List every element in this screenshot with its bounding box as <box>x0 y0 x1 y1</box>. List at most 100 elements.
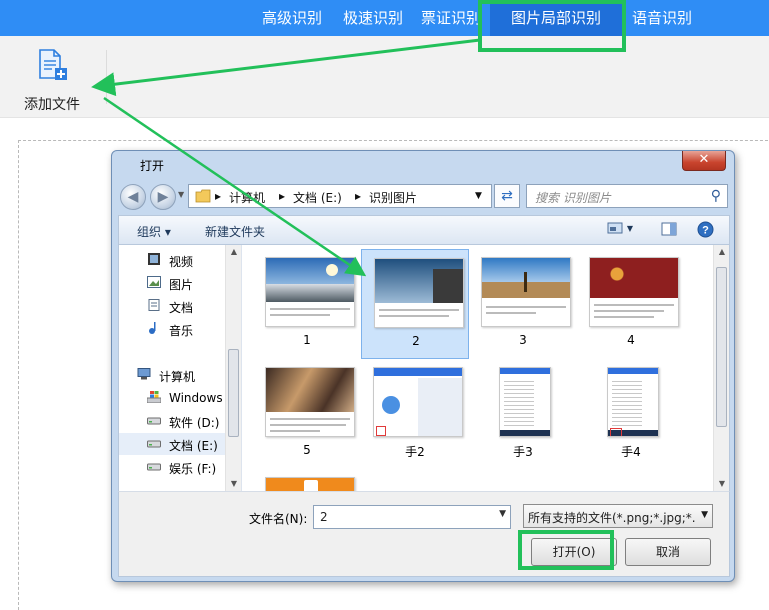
music-icon <box>149 322 156 334</box>
file-item-4[interactable]: 4 <box>577 249 685 359</box>
file-name: 4 <box>627 333 635 347</box>
file-thumbnail <box>373 367 463 437</box>
scroll-up-icon[interactable]: ▲ <box>226 245 242 259</box>
address-dropdown-icon[interactable]: ▼ <box>475 191 482 201</box>
file-item-hand4[interactable]: 手4 <box>577 359 685 469</box>
add-file-icon <box>39 49 67 80</box>
nav-scroll-thumb[interactable] <box>228 349 239 437</box>
nav-scrollbar[interactable]: ▲ ▼ <box>225 245 241 491</box>
file-thumbnail <box>374 258 464 328</box>
view-icon <box>607 222 623 234</box>
file-name: 手4 <box>621 445 641 459</box>
preview-pane-button[interactable] <box>661 222 677 239</box>
file-item-5[interactable]: 5 <box>253 359 361 469</box>
tab-advanced-recognition[interactable]: 高级识别 <box>250 0 334 36</box>
file-name: 2 <box>412 334 420 348</box>
search-input[interactable]: 搜索 识别图片 ⚲ <box>526 184 728 208</box>
history-dropdown-icon[interactable]: ▼ <box>178 190 184 199</box>
tab-fast-recognition[interactable]: 极速识别 <box>334 0 412 36</box>
nav-item-label: 视频 <box>169 255 194 269</box>
back-button[interactable]: ◀ <box>120 184 146 210</box>
file-name: 3 <box>519 333 527 347</box>
file-thumbnail <box>265 367 355 437</box>
file-thumbnail <box>481 257 571 327</box>
new-folder-button[interactable]: 新建文件夹 <box>205 223 265 240</box>
chevron-right-icon[interactable]: ▸ <box>215 189 221 203</box>
cancel-button[interactable]: 取消 <box>625 538 711 566</box>
organize-button[interactable]: 组织 ▾ <box>137 223 171 240</box>
file-item-1[interactable]: 1 <box>253 249 361 359</box>
filename-input[interactable]: 2 ▼ <box>313 505 511 529</box>
file-grid: 1 2 3 4 5 手2 手3 手4 <box>243 245 713 491</box>
tab-voice-recognition[interactable]: 语音识别 <box>622 0 702 36</box>
nav-item-computer[interactable]: 计算机 <box>119 364 227 386</box>
forward-button[interactable]: ▶ <box>150 184 176 210</box>
filename-value: 2 <box>320 510 328 524</box>
command-bar: 组织 ▾ 新建文件夹 ▼ ? <box>118 215 730 245</box>
file-thumbnail <box>265 257 355 327</box>
close-button[interactable]: ✕ <box>682 151 726 171</box>
document-icon <box>148 299 160 311</box>
nav-item-music[interactable]: 音乐 <box>119 318 227 340</box>
nav-item-windows-drive[interactable]: Windows <box>119 387 227 409</box>
search-icon: ⚲ <box>710 188 721 204</box>
file-selection-panel: 文件名(N): 2 ▼ 所有支持的文件(*.png;*.jpg;*.bmp) ▼… <box>118 491 730 577</box>
file-name: 手2 <box>405 445 425 459</box>
scroll-down-icon[interactable]: ▼ <box>714 477 730 491</box>
top-tab-bar: 高级识别 极速识别 票证识别 图片局部识别 语音识别 <box>0 0 769 36</box>
file-item-3[interactable]: 3 <box>469 249 577 359</box>
file-item-orange[interactable] <box>253 469 361 491</box>
toolbar: 添加文件 <box>0 36 769 118</box>
open-file-dialog: 打开 ✕ ◀ ▶ ▼ ▸ 计算机 ▸ 文档 (E:) ▸ 识别图片 ▼ ⇄ 搜索… <box>111 150 735 582</box>
file-type-select[interactable]: 所有支持的文件(*.png;*.jpg;*.bmp) ▼ <box>523 504 713 528</box>
nav-item-drive-f[interactable]: 娱乐 (F:) <box>119 456 227 478</box>
file-item-hand2[interactable]: 手2 <box>361 359 469 469</box>
file-name: 1 <box>303 333 311 347</box>
highlight-box-tab <box>478 0 626 52</box>
nav-item-label: 图片 <box>169 278 194 292</box>
breadcrumb-drive[interactable]: 文档 (E:) <box>293 189 342 206</box>
drive-icon <box>147 440 161 448</box>
breadcrumb-folder[interactable]: 识别图片 <box>369 189 417 206</box>
drive-icon <box>147 417 161 425</box>
nav-item-drive-e[interactable]: 文档 (E:) <box>119 433 227 455</box>
nav-item-pictures[interactable]: 图片 <box>119 272 227 294</box>
chevron-right-icon[interactable]: ▸ <box>279 189 285 203</box>
nav-item-drive-d[interactable]: 软件 (D:) <box>119 410 227 432</box>
add-file-label: 添加文件 <box>24 97 80 113</box>
drive-icon <box>147 463 161 471</box>
view-options-button[interactable]: ▼ <box>607 222 633 237</box>
filename-dropdown-icon[interactable]: ▼ <box>499 509 506 519</box>
toolbar-divider <box>106 50 107 104</box>
chevron-right-icon[interactable]: ▸ <box>355 189 361 203</box>
file-item-hand3[interactable]: 手3 <box>469 359 577 469</box>
help-button[interactable]: ? <box>697 221 714 241</box>
help-icon: ? <box>697 221 714 238</box>
back-arrow-icon: ◀ <box>127 189 139 205</box>
nav-item-label: 软件 (D:) <box>169 416 220 430</box>
file-thumbnail <box>265 477 355 491</box>
refresh-button[interactable]: ⇄ <box>494 184 520 208</box>
nav-item-label: 文档 <box>169 301 194 315</box>
windows-drive-icon <box>147 391 161 403</box>
refresh-icon: ⇄ <box>501 188 513 204</box>
nav-item-label: 文档 (E:) <box>169 439 218 453</box>
scroll-down-icon[interactable]: ▼ <box>226 477 242 491</box>
view-dropdown-icon: ▼ <box>626 224 633 233</box>
address-bar[interactable]: ▸ 计算机 ▸ 文档 (E:) ▸ 识别图片 ▼ <box>188 184 492 208</box>
file-thumbnail <box>607 367 659 437</box>
dialog-body: 视频 图片 文档 音乐 计算机 Windows 软件 (D:) 文档 (E:) … <box>118 245 730 491</box>
navigation-pane: 视频 图片 文档 音乐 计算机 Windows 软件 (D:) 文档 (E:) … <box>119 245 242 491</box>
file-item-2[interactable]: 2 <box>361 249 469 359</box>
video-icon <box>148 253 160 265</box>
add-file-button[interactable]: 添加文件 <box>14 46 90 113</box>
highlight-box-open-button <box>518 530 614 570</box>
nav-item-documents[interactable]: 文档 <box>119 295 227 317</box>
scroll-up-icon[interactable]: ▲ <box>714 245 730 259</box>
file-grid-scroll-thumb[interactable] <box>716 267 727 427</box>
breadcrumb-computer[interactable]: 计算机 <box>229 189 265 206</box>
nav-item-label: 音乐 <box>169 324 194 338</box>
file-grid-scrollbar[interactable]: ▲ ▼ <box>713 245 729 491</box>
nav-item-videos[interactable]: 视频 <box>119 249 227 271</box>
file-name: 5 <box>303 443 311 457</box>
